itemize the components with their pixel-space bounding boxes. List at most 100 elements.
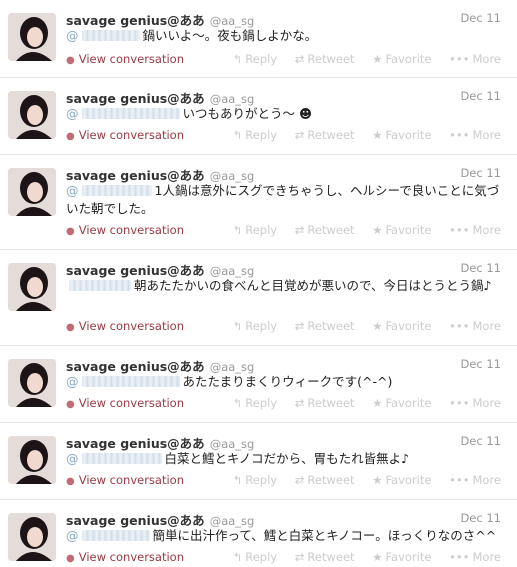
star-icon: ★ xyxy=(372,473,383,487)
favorite-button[interactable]: ★ Favorite xyxy=(372,319,431,333)
mention-link[interactable]: @ xyxy=(66,374,183,389)
view-conversation-link[interactable]: ● View conversation xyxy=(66,550,184,564)
favorite-button[interactable]: ★ Favorite xyxy=(372,128,431,142)
mention-link[interactable]: @ xyxy=(66,28,143,43)
mention-link[interactable]: @ xyxy=(66,106,183,121)
retweet-button[interactable]: ⇄ Retweet xyxy=(295,128,355,142)
reply-arrow-icon: ↰ xyxy=(232,550,243,564)
author-handle: @aa_sg xyxy=(209,264,255,278)
mention-link[interactable]: @ xyxy=(66,528,153,543)
speech-bubble-icon: ● xyxy=(66,322,75,333)
avatar[interactable] xyxy=(8,91,56,139)
retweet-button[interactable]: ⇄ Retweet xyxy=(295,52,355,66)
reply-button[interactable]: ↰ Reply xyxy=(233,550,278,564)
tweet-date[interactable]: Dec 11 xyxy=(460,11,501,25)
tweet-date[interactable]: Dec 11 xyxy=(460,357,501,371)
retweet-icon: ⇄ xyxy=(294,550,305,564)
view-conversation-link[interactable]: ● View conversation xyxy=(66,223,184,237)
reply-button[interactable]: ↰ Reply xyxy=(233,223,278,237)
reply-arrow-icon: ↰ xyxy=(232,223,243,237)
redacted-username xyxy=(69,280,131,291)
redacted-username xyxy=(81,453,162,464)
tweet-date[interactable]: Dec 11 xyxy=(460,261,501,275)
tweet-date[interactable]: Dec 11 xyxy=(460,89,501,103)
more-button[interactable]: ••• More xyxy=(449,473,501,487)
retweet-icon: ⇄ xyxy=(294,52,305,66)
tweet[interactable]: savage genius@ああ @aa_sg Dec 11 @ 鍋いいよ〜。夜も鍋… xyxy=(0,0,517,78)
reply-arrow-icon: ↰ xyxy=(232,52,243,66)
tweet-date[interactable]: Dec 11 xyxy=(460,166,501,180)
view-conversation-link[interactable]: ● View conversation xyxy=(66,319,184,333)
star-icon: ★ xyxy=(372,550,383,564)
tweet-date[interactable]: Dec 11 xyxy=(460,511,501,525)
mention-link[interactable] xyxy=(66,278,134,293)
retweet-button[interactable]: ⇄ Retweet xyxy=(295,473,355,487)
favorite-button[interactable]: ★ Favorite xyxy=(372,396,431,410)
retweet-button[interactable]: ⇄ Retweet xyxy=(295,319,355,333)
view-conversation-link[interactable]: ● View conversation xyxy=(66,396,184,410)
favorite-button[interactable]: ★ Favorite xyxy=(372,223,431,237)
star-icon: ★ xyxy=(372,128,383,142)
retweet-button[interactable]: ⇄ Retweet xyxy=(295,223,355,237)
reply-arrow-icon: ↰ xyxy=(232,396,243,410)
reply-button[interactable]: ↰ Reply xyxy=(233,52,278,66)
more-button[interactable]: ••• More xyxy=(449,396,501,410)
tweet[interactable]: savage genius@ああ @aa_sg Dec 11 @ あたたまりまくりウ… xyxy=(0,346,517,423)
retweet-icon: ⇄ xyxy=(294,473,305,487)
tweet[interactable]: savage genius@ああ @aa_sg Dec 11 @1人鍋は意外にスグ… xyxy=(0,155,517,250)
more-button[interactable]: ••• More xyxy=(449,550,501,564)
retweet-button[interactable]: ⇄ Retweet xyxy=(295,550,355,564)
avatar[interactable] xyxy=(8,263,56,311)
speech-bubble-icon: ● xyxy=(66,399,75,410)
mention-link[interactable]: @ xyxy=(66,451,165,466)
retweet-button[interactable]: ⇄ Retweet xyxy=(295,396,355,410)
avatar[interactable] xyxy=(8,436,56,484)
tweet[interactable]: savage genius@ああ @aa_sg Dec 11 朝あたたかいの食べん… xyxy=(0,250,517,346)
tweet-text: @ あたたまりまくりウィークです(^-^) xyxy=(66,374,393,389)
tweet[interactable]: savage genius@ああ @aa_sg Dec 11 @ 簡単に出汁作って、… xyxy=(0,500,517,567)
author-handle: @aa_sg xyxy=(209,169,255,183)
view-conversation-link[interactable]: ● View conversation xyxy=(66,52,184,66)
speech-bubble-icon: ● xyxy=(66,55,75,66)
favorite-button[interactable]: ★ Favorite xyxy=(372,52,431,66)
author-handle: @aa_sg xyxy=(209,14,255,28)
tweet-text: 朝あたたかいの食べんと目覚めが悪いので、今日はとうとう鍋♪ xyxy=(66,277,503,295)
speech-bubble-icon: ● xyxy=(66,226,75,237)
more-button[interactable]: ••• More xyxy=(449,128,501,142)
tweet-actions: ↰ Reply ⇄ Retweet ★ Favorite ••• More xyxy=(219,473,501,487)
star-icon: ★ xyxy=(372,396,383,410)
star-icon: ★ xyxy=(372,319,383,333)
view-conversation-link[interactable]: ● View conversation xyxy=(66,473,184,487)
redacted-username xyxy=(81,530,150,541)
more-button[interactable]: ••• More xyxy=(449,319,501,333)
redacted-username xyxy=(81,108,180,119)
reply-button[interactable]: ↰ Reply xyxy=(233,319,278,333)
reply-button[interactable]: ↰ Reply xyxy=(233,473,278,487)
view-conversation-link[interactable]: ● View conversation xyxy=(66,128,184,142)
avatar[interactable] xyxy=(8,359,56,407)
more-button[interactable]: ••• More xyxy=(449,223,501,237)
tweet-text: @1人鍋は意外にスグできちゃうし、ヘルシーで良いことに気づいた朝でした。 xyxy=(66,183,500,216)
avatar[interactable] xyxy=(8,513,56,561)
mention-link[interactable]: @ xyxy=(66,183,155,198)
redacted-username xyxy=(81,376,180,387)
star-icon: ★ xyxy=(372,52,383,66)
retweet-icon: ⇄ xyxy=(294,223,305,237)
retweet-icon: ⇄ xyxy=(294,319,305,333)
tweet-date[interactable]: Dec 11 xyxy=(460,434,501,448)
reply-button[interactable]: ↰ Reply xyxy=(233,128,278,142)
avatar[interactable] xyxy=(8,168,56,216)
avatar[interactable] xyxy=(8,13,56,61)
tweet[interactable]: savage genius@ああ @aa_sg Dec 11 @ いつもありがとう〜… xyxy=(0,78,517,155)
tweet[interactable]: savage genius@ああ @aa_sg Dec 11 @ 白菜と鱈とキノコだ… xyxy=(0,423,517,500)
tweet-text: @ 鍋いいよ〜。夜も鍋しよかな。 xyxy=(66,28,318,43)
tweet-actions: ↰ Reply ⇄ Retweet ★ Favorite ••• More xyxy=(219,550,501,564)
favorite-button[interactable]: ★ Favorite xyxy=(372,550,431,564)
more-dots-icon: ••• xyxy=(449,223,470,237)
favorite-button[interactable]: ★ Favorite xyxy=(372,473,431,487)
more-button[interactable]: ••• More xyxy=(449,52,501,66)
tweet-text: @ 白菜と鱈とキノコだから、胃もたれ皆無よ♪ xyxy=(66,451,410,466)
author-handle: @aa_sg xyxy=(209,92,255,106)
reply-button[interactable]: ↰ Reply xyxy=(233,396,278,410)
reply-arrow-icon: ↰ xyxy=(232,473,243,487)
